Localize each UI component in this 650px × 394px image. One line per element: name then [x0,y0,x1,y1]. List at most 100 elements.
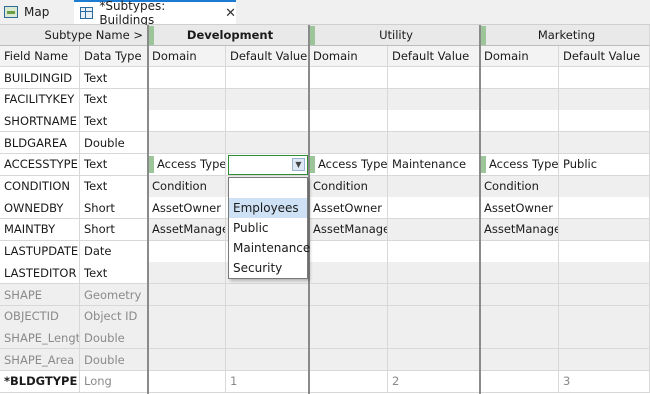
domain-cell[interactable] [148,327,226,350]
domain-cell[interactable] [148,284,226,306]
domain-cell[interactable] [480,132,559,155]
domain-cell[interactable] [480,240,559,263]
default-value-dropdown[interactable]: ▼ [228,154,308,176]
data-type-cell[interactable]: Double [80,132,148,155]
domain-cell[interactable] [480,305,559,328]
dropdown-option[interactable]: Public [229,218,307,238]
default-value-cell[interactable] [559,218,650,241]
default-value-cell[interactable] [559,67,650,89]
domain-header[interactable]: Domain [309,46,388,67]
domain-cell[interactable]: AssetManager [309,218,388,241]
domain-cell[interactable] [148,305,226,328]
default-value-cell[interactable] [559,197,650,220]
subtype-header-utility[interactable]: Utility [309,25,480,46]
dropdown-option[interactable]: Security [229,258,307,278]
domain-cell[interactable] [309,132,388,155]
domain-cell[interactable] [309,305,388,328]
domain-cell[interactable]: Condition [148,175,226,198]
data-type-cell[interactable]: Double [80,327,148,350]
default-value-cell[interactable] [388,132,480,155]
default-value-cell[interactable] [388,240,480,263]
default-value-cell[interactable] [388,284,480,306]
domain-cell[interactable] [148,349,226,372]
domain-cell[interactable] [309,110,388,133]
default-value-cell[interactable] [226,132,309,155]
dropdown-option[interactable] [229,178,307,198]
data-type-cell[interactable]: Text [80,67,148,89]
domain-cell[interactable] [148,262,226,285]
domain-cell[interactable]: Condition [309,175,388,198]
domain-cell[interactable]: Access Type [309,153,388,176]
data-type-cell[interactable]: Short [80,197,148,220]
default-value-cell[interactable]: Maintenance [388,153,480,176]
default-value-header[interactable]: Default Value [388,46,480,67]
domain-cell[interactable] [148,67,226,89]
default-value-cell[interactable] [388,218,480,241]
data-type-cell[interactable]: Text [80,153,148,176]
default-value-cell[interactable] [388,197,480,220]
field-name-cell[interactable]: SHAPE_Length [0,327,80,350]
domain-cell[interactable] [309,88,388,111]
domain-cell[interactable] [148,110,226,133]
domain-cell[interactable] [480,110,559,133]
domain-cell[interactable] [309,262,388,285]
default-value-cell[interactable] [226,110,309,133]
close-icon[interactable]: ✕ [225,6,236,21]
subtype-header-marketing[interactable]: Marketing [480,25,650,46]
domain-cell[interactable]: AssetManager [480,218,559,241]
domain-cell[interactable] [309,284,388,306]
domain-cell[interactable] [480,284,559,306]
dropdown-option[interactable]: Maintenance [229,238,310,258]
chevron-down-icon[interactable]: ▼ [292,157,305,171]
field-name-cell[interactable]: *BLDGTYPE [0,370,80,393]
default-value-cell[interactable]: 3 [559,370,650,393]
domain-cell[interactable] [309,370,388,393]
default-value-cell[interactable] [559,284,650,306]
field-name-cell[interactable]: OWNEDBY [0,197,80,220]
data-type-cell[interactable]: Object ID [80,305,148,328]
default-value-cell[interactable]: 1 [226,370,309,393]
default-value-cell[interactable] [226,327,309,350]
field-name-cell[interactable]: OBJECTID [0,305,80,328]
domain-cell[interactable] [148,132,226,155]
default-value-cell[interactable] [559,175,650,198]
field-name-cell[interactable]: SHAPE_Area [0,349,80,372]
domain-cell[interactable] [309,349,388,372]
default-value-cell[interactable] [388,67,480,89]
default-value-cell[interactable] [559,88,650,111]
data-type-header[interactable]: Data Type [80,46,148,67]
domain-cell[interactable]: Access Type [148,153,226,176]
default-value-cell[interactable]: 2 [388,370,480,393]
default-value-cell[interactable] [226,88,309,111]
data-type-cell[interactable]: Long [80,370,148,393]
domain-cell[interactable] [309,67,388,89]
domain-cell[interactable]: Access Type [480,153,559,176]
field-name-cell[interactable]: CONDITION [0,175,80,198]
default-value-cell[interactable] [388,349,480,372]
field-name-cell[interactable]: LASTEDITOR [0,262,80,285]
domain-cell[interactable] [480,88,559,111]
default-value-cell[interactable] [559,262,650,285]
default-value-header[interactable]: Default Value [226,46,309,67]
default-value-cell[interactable] [226,305,309,328]
default-value-cell[interactable] [388,175,480,198]
default-value-cell[interactable] [559,305,650,328]
domain-cell[interactable] [480,370,559,393]
data-type-cell[interactable]: Double [80,349,148,372]
default-value-header[interactable]: Default Value [559,46,650,67]
field-name-cell[interactable]: BUILDINGID [0,67,80,89]
default-value-cell[interactable] [388,327,480,350]
data-type-cell[interactable]: Short [80,218,148,241]
domain-cell[interactable] [148,88,226,111]
field-name-cell[interactable]: ACCESSTYPE [0,153,80,176]
domain-header[interactable]: Domain [148,46,226,67]
default-value-cell[interactable] [559,327,650,350]
default-value-cell[interactable]: Public [559,153,650,176]
default-value-cell[interactable] [226,349,309,372]
default-value-cell[interactable] [388,110,480,133]
data-type-cell[interactable]: Date [80,240,148,263]
domain-cell[interactable] [309,240,388,263]
field-name-cell[interactable]: SHAPE [0,284,80,306]
default-value-cell[interactable] [388,88,480,111]
field-name-header[interactable]: Field Name [0,46,80,67]
